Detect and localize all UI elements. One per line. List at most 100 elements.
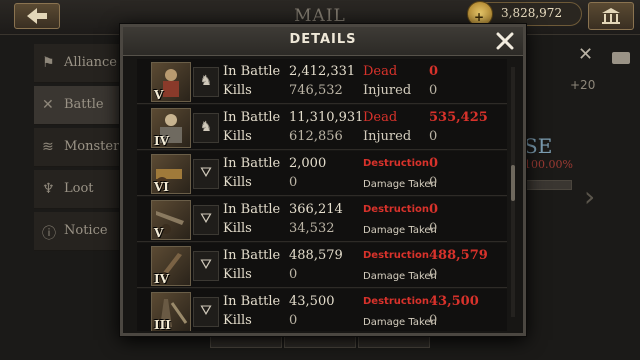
close-button[interactable] [493,29,517,53]
sidebar-item-monster[interactable]: ≋ Monster [34,128,126,167]
next-arrow-icon[interactable]: › [584,180,595,213]
dead-value: 0 [429,64,439,79]
modal-title: DETAILS [289,32,357,47]
unit-portrait: IV [151,246,191,286]
sidebar-item-notice[interactable]: ⓘ Notice [34,212,126,251]
close-icon [496,32,514,50]
in-battle-value: 11,310,931 [289,110,364,125]
sidebar-item-alliance[interactable]: ⚑ Alliance [34,44,126,83]
kills-label: Kills [223,83,252,98]
battle-icon: ✕ [42,97,54,113]
in-battle-value: 2,000 [289,156,327,171]
destruction-label: Destruction [363,158,429,169]
sidebar-item-label: Alliance [64,55,117,70]
injured-label: Injured [363,129,412,144]
list-item: III ⛛ In Battle 43,500 Kills 0 Destructi… [137,289,507,331]
bank-button[interactable] [588,2,634,30]
in-battle-label: In Battle [223,202,281,217]
siege-icon: ⛛ [193,297,219,327]
destruction-label: Destruction [363,296,429,307]
list-item: IV ♞ In Battle 11,310,931 Kills 612,856 … [137,105,507,150]
modal-header: DETAILS [123,27,523,56]
unit-portrait: IV [151,108,191,148]
tier-label: V [154,88,164,102]
damage-taken-label: Damage Taken [363,271,437,282]
kills-value: 0 [289,175,298,190]
kills-value: 34,532 [289,221,335,236]
sidebar-item-loot[interactable]: ♆ Loot [34,170,126,209]
kills-label: Kills [223,267,252,282]
dead-label: Dead [363,64,398,79]
unit-portrait: VI [151,154,191,194]
background-close-icon[interactable]: ✕ [578,44,593,65]
in-battle-label: In Battle [223,64,281,79]
damage-taken-value: 0 [429,313,438,328]
siege-icon: ⛛ [193,251,219,281]
kills-label: Kills [223,129,252,144]
injured-value: 0 [429,129,438,144]
damage-taken-label: Damage Taken [363,317,437,328]
kills-label: Kills [223,175,252,190]
tier-label: VI [154,180,169,194]
notice-icon: ⓘ [42,226,56,242]
alliance-icon: ⚑ [42,55,55,71]
list-item: V ♞ In Battle 2,412,331 Kills 746,532 De… [137,59,507,104]
mail-sidebar: ⚑ Alliance ✕ Battle ≋ Monster ♆ Loot ⓘ N… [34,44,126,264]
cavalry-icon: ♞ [193,67,219,97]
tier-label: IV [154,272,169,286]
kills-value: 612,856 [289,129,343,144]
damage-taken-label: Damage Taken [363,179,437,190]
kills-value: 746,532 [289,83,343,98]
bank-icon [602,8,620,24]
list-item: VI ⛛ In Battle 2,000 Kills 0 Destruction… [137,151,507,196]
in-battle-value: 488,579 [289,248,343,263]
scrollbar-thumb[interactable] [511,165,515,201]
report-progress-bar [524,180,572,190]
sidebar-item-battle[interactable]: ✕ Battle [34,86,126,125]
dead-value: 535,425 [429,110,488,125]
unit-portrait: V [151,200,191,240]
unit-portrait: V [151,62,191,102]
in-battle-value: 2,412,331 [289,64,356,79]
in-battle-label: In Battle [223,156,281,171]
details-modal: DETAILS V ♞ In Battle 2,412,331 Kills 74… [120,24,526,336]
unit-details-list[interactable]: V ♞ In Battle 2,412,331 Kills 746,532 De… [137,59,507,331]
destruction-value: 0 [429,156,439,171]
siege-icon: ⛛ [193,159,219,189]
damage-taken-value: 0 [429,175,438,190]
damage-taken-label: Damage Taken [363,225,437,236]
bonus-text: +20 [570,78,596,92]
list-scrollbar[interactable] [511,67,515,317]
tier-label: IV [154,134,169,148]
gold-amount: 3,828,972 [501,6,563,20]
tier-label: III [154,318,171,331]
kills-label: Kills [223,313,252,328]
damage-taken-value: 0 [429,267,438,282]
kills-value: 0 [289,313,298,328]
camera-icon[interactable] [612,52,630,64]
list-item: V ⛛ In Battle 366,214 Kills 34,532 Destr… [137,197,507,242]
in-battle-label: In Battle [223,294,281,309]
unit-portrait: III [151,292,191,331]
injured-value: 0 [429,83,438,98]
monster-icon: ≋ [42,139,54,155]
destruction-value: 488,579 [429,248,488,263]
kills-label: Kills [223,221,252,236]
sidebar-item-label: Monster [64,139,120,154]
destruction-value: 0 [429,202,439,217]
gold-counter[interactable]: + 3,828,972 [467,1,582,27]
destruction-label: Destruction [363,250,429,261]
destruction-label: Destruction [363,204,429,215]
sidebar-item-label: Loot [64,181,94,196]
kills-value: 0 [289,267,298,282]
destruction-value: 43,500 [429,294,479,309]
loot-icon: ♆ [42,181,55,197]
damage-taken-value: 0 [429,221,438,236]
report-banner-text: SE [524,134,553,158]
report-percent: 100.00% [524,158,573,171]
in-battle-value: 366,214 [289,202,343,217]
in-battle-value: 43,500 [289,294,335,309]
sidebar-item-label: Notice [64,223,108,238]
in-battle-label: In Battle [223,248,281,263]
list-item: IV ⛛ In Battle 488,579 Kills 0 Destructi… [137,243,507,288]
